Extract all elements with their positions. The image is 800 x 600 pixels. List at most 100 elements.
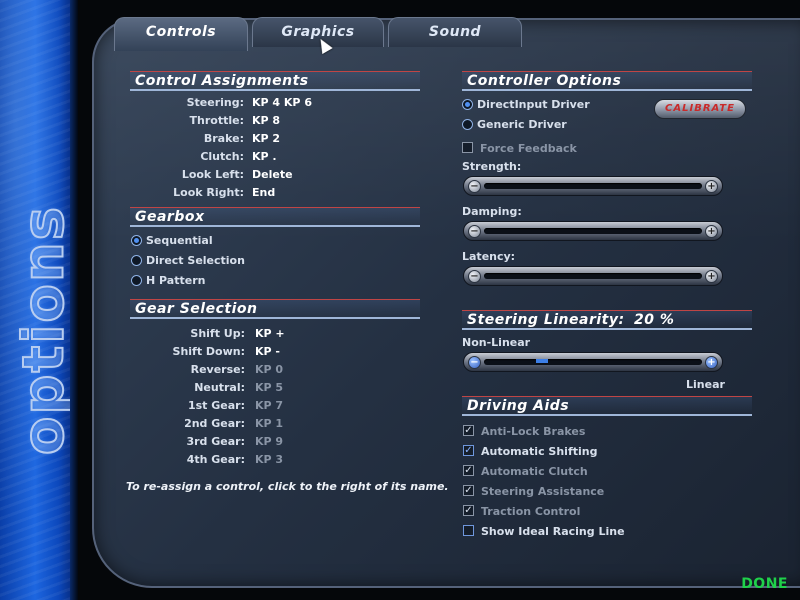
fourth-gear-label: 4th Gear:	[186, 453, 245, 466]
slider-thumb[interactable]	[535, 359, 548, 363]
second-gear-label: 2nd Gear:	[184, 417, 245, 430]
latency-slider[interactable]: − +	[463, 266, 723, 286]
automatic-clutch-checkbox[interactable]: ✓ Automatic Clutch	[463, 465, 588, 478]
second-gear-binding[interactable]: KP 1	[255, 417, 283, 430]
radio-icon	[131, 275, 142, 286]
third-gear-binding[interactable]: KP 9	[255, 435, 283, 448]
plus-icon[interactable]: +	[705, 225, 718, 238]
steering-linearity-title: Steering Linearity:	[467, 312, 625, 328]
show-ideal-racing-line-checkbox[interactable]: Show Ideal Racing Line	[463, 525, 625, 538]
checkbox-label: Automatic Shifting	[481, 445, 598, 458]
control-assignments-header: Control Assignments	[130, 71, 420, 91]
steering-label: Steering:	[186, 96, 244, 109]
steering-assistance-checkbox[interactable]: ✓ Steering Assistance	[463, 485, 604, 498]
checkbox-icon	[463, 525, 474, 536]
checkbox-label: Anti-Lock Brakes	[481, 425, 586, 438]
clutch-label: Clutch:	[200, 150, 244, 163]
shift-up-binding[interactable]: KP +	[255, 327, 285, 340]
third-gear-label: 3rd Gear:	[186, 435, 245, 448]
force-feedback-checkbox[interactable]: Force Feedback	[462, 142, 577, 155]
brake-label: Brake:	[203, 132, 244, 145]
gearbox-h-pattern-radio[interactable]: H Pattern	[131, 274, 205, 287]
checkbox-checked-icon: ✓	[463, 425, 474, 436]
traction-control-checkbox[interactable]: ✓ Traction Control	[463, 505, 580, 518]
sidebar-title: options	[11, 204, 78, 456]
plus-icon[interactable]: +	[705, 270, 718, 283]
checkbox-label: Steering Assistance	[481, 485, 605, 498]
shift-down-label: Shift Down:	[172, 345, 245, 358]
radio-selected-icon	[462, 99, 473, 110]
radio-icon	[131, 255, 142, 266]
checkbox-icon	[462, 142, 473, 153]
damping-label: Damping:	[462, 205, 522, 218]
radio-selected-icon	[131, 235, 142, 246]
steering-linearity-slider[interactable]: − +	[463, 352, 723, 372]
automatic-shifting-checkbox[interactable]: ✓ Automatic Shifting	[463, 445, 597, 458]
generic-driver-radio[interactable]: Generic Driver	[462, 118, 567, 131]
steering-binding[interactable]: KP 4 KP 6	[252, 96, 312, 109]
clutch-binding[interactable]: KP .	[252, 150, 277, 163]
non-linear-label: Non-Linear	[462, 336, 531, 349]
strength-label: Strength:	[462, 160, 522, 173]
checkbox-label: Automatic Clutch	[481, 465, 588, 478]
radio-label: Sequential	[146, 234, 213, 247]
anti-lock-brakes-checkbox[interactable]: ✓ Anti-Lock Brakes	[463, 425, 585, 438]
checkbox-label: Force Feedback	[480, 142, 577, 155]
reassign-hint: To re-assign a control, click to the rig…	[126, 480, 449, 493]
steering-linearity-value: 20 %	[633, 312, 675, 328]
tab-controls[interactable]: Controls	[114, 17, 248, 51]
radio-icon	[462, 119, 473, 130]
first-gear-label: 1st Gear:	[187, 399, 245, 412]
latency-label: Latency:	[462, 250, 516, 263]
gearbox-header: Gearbox	[130, 207, 420, 227]
done-button[interactable]: DONE	[741, 576, 788, 592]
look-right-binding[interactable]: End	[252, 186, 275, 199]
linear-label: Linear	[686, 378, 725, 391]
calibrate-button[interactable]: CALIBRATE	[654, 99, 746, 119]
strength-slider[interactable]: − +	[463, 176, 723, 196]
tab-sound[interactable]: Sound	[388, 17, 522, 47]
neutral-label: Neutral:	[194, 381, 245, 394]
throttle-label: Throttle:	[189, 114, 244, 127]
reverse-binding[interactable]: KP 0	[255, 363, 283, 376]
gear-selection-header: Gear Selection	[130, 299, 420, 319]
directinput-driver-radio[interactable]: DirectInput Driver	[462, 98, 590, 111]
neutral-binding[interactable]: KP 5	[255, 381, 283, 394]
minus-icon[interactable]: −	[468, 225, 481, 238]
minus-icon[interactable]: −	[468, 180, 481, 193]
first-gear-binding[interactable]: KP 7	[255, 399, 283, 412]
plus-icon[interactable]: +	[705, 180, 718, 193]
look-right-label: Look Right:	[173, 186, 244, 199]
radio-label: Direct Selection	[146, 254, 245, 267]
checkbox-label: Traction Control	[481, 505, 581, 518]
damping-slider[interactable]: − +	[463, 221, 723, 241]
gearbox-direct-selection-radio[interactable]: Direct Selection	[131, 254, 245, 267]
minus-icon[interactable]: −	[468, 356, 481, 369]
look-left-binding[interactable]: Delete	[252, 168, 293, 181]
fourth-gear-binding[interactable]: KP 3	[255, 453, 283, 466]
minus-icon[interactable]: −	[468, 270, 481, 283]
throttle-binding[interactable]: KP 8	[252, 114, 280, 127]
gearbox-sequential-radio[interactable]: Sequential	[131, 234, 213, 247]
checkbox-label: Show Ideal Racing Line	[481, 525, 625, 538]
reverse-label: Reverse:	[190, 363, 245, 376]
radio-label: H Pattern	[146, 274, 206, 287]
controller-options-header: Controller Options	[462, 71, 752, 91]
slider-track	[484, 273, 702, 279]
radio-label: DirectInput Driver	[477, 98, 590, 111]
brake-binding[interactable]: KP 2	[252, 132, 280, 145]
checkbox-checked-icon: ✓	[463, 485, 474, 496]
plus-icon[interactable]: +	[705, 356, 718, 369]
checkbox-checked-icon: ✓	[463, 505, 474, 516]
radio-label: Generic Driver	[477, 118, 567, 131]
shift-up-label: Shift Up:	[190, 327, 245, 340]
checkbox-checked-icon: ✓	[463, 465, 474, 476]
slider-track	[484, 183, 702, 189]
look-left-label: Look Left:	[181, 168, 244, 181]
shift-down-binding[interactable]: KP -	[255, 345, 280, 358]
sidebar-banner: options	[0, 0, 78, 600]
steering-linearity-header: Steering Linearity: 20 %	[462, 310, 752, 330]
slider-track	[484, 228, 702, 234]
slider-track	[484, 359, 702, 365]
driving-aids-header: Driving Aids	[462, 396, 752, 416]
